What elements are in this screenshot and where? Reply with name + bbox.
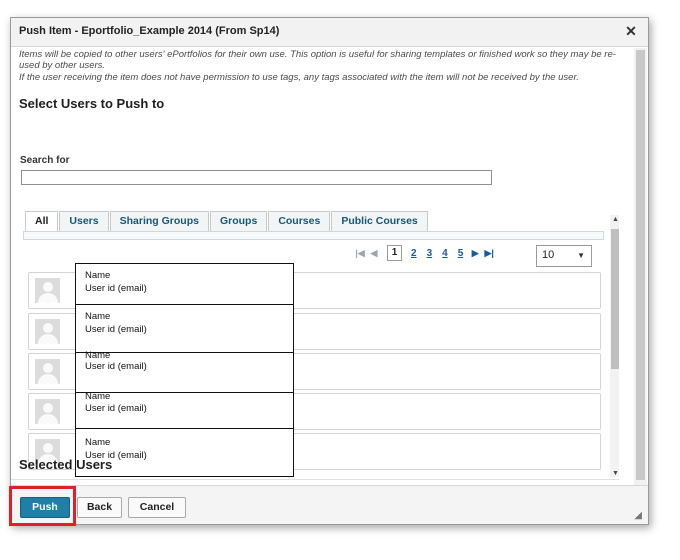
page-size-value: 10 (542, 249, 555, 261)
user-id: User id (email) (85, 403, 147, 414)
tab-all[interactable]: All (25, 211, 59, 233)
push-item-dialog: Push Item - Eportfolio_Example 2014 (Fro… (10, 17, 649, 525)
intro-line-1: Items will be copied to other users' ePo… (19, 49, 616, 72)
user-name: Name (85, 437, 111, 448)
avatar-icon (35, 399, 60, 424)
user-type-tabs: All Users Sharing Groups Groups Courses … (25, 211, 429, 233)
user-name: Name (85, 350, 111, 361)
last-page-icon[interactable]: ▶| (482, 248, 496, 259)
chevron-down-icon: ▼ (577, 251, 585, 260)
user-id: User id (email) (85, 324, 147, 335)
tab-sharing-groups[interactable]: Sharing Groups (109, 211, 209, 231)
user-name: Name (85, 311, 111, 322)
user-name: Name (85, 270, 111, 281)
back-button[interactable]: Back (77, 497, 122, 518)
user-info-box: Name User id (email) (75, 350, 294, 393)
avatar-icon (35, 359, 60, 384)
avatar-icon (35, 278, 60, 303)
page-link-3[interactable]: 3 (427, 248, 433, 259)
cancel-button[interactable]: Cancel (128, 497, 186, 518)
tab-courses[interactable]: Courses (268, 211, 331, 231)
list-scrollbar[interactable]: ▲ ▼ (610, 215, 619, 477)
resize-grip-icon[interactable]: ◢ (634, 510, 642, 521)
user-info-box: Name User id (email) (75, 391, 294, 429)
first-page-icon[interactable]: |◀ (353, 248, 367, 259)
selected-users-area (11, 479, 619, 484)
scroll-up-icon[interactable]: ▲ (610, 216, 619, 223)
next-page-icon[interactable]: ▶ (468, 248, 482, 259)
tab-panel-rule (23, 231, 604, 240)
search-input[interactable] (21, 170, 492, 185)
selected-users-heading: Selected Users (19, 457, 113, 472)
push-button-highlight (9, 486, 76, 526)
user-id: User id (email) (85, 361, 147, 372)
dialog-scroll-thumb[interactable] (636, 50, 645, 480)
user-id: User id (email) (85, 283, 147, 294)
scroll-down-icon[interactable]: ▼ (610, 470, 619, 477)
current-page: 1 (387, 245, 402, 261)
search-label: Search for (20, 155, 70, 166)
tab-users[interactable]: Users (59, 211, 109, 231)
pager: |◀ ◀ 1 2 3 4 5 ▶ ▶| (353, 244, 496, 262)
dialog-scrollbar[interactable] (634, 48, 647, 485)
dialog-titlebar: Push Item - Eportfolio_Example 2014 (Fro… (11, 18, 648, 47)
user-info-box: Name User id (email) (75, 304, 294, 353)
intro-text: Items will be copied to other users' ePo… (19, 49, 619, 83)
user-info-box: Name User id (email) (75, 263, 294, 305)
intro-line-2: If the user receiving the item does not … (19, 71, 579, 83)
tab-groups[interactable]: Groups (209, 211, 268, 231)
dialog-content: Items will be copied to other users' ePo… (11, 47, 619, 484)
avatar-icon (35, 319, 60, 344)
previous-page-icon[interactable]: ◀ (367, 248, 381, 259)
tab-public-courses[interactable]: Public Courses (331, 211, 428, 231)
dialog-footer: Push Back Cancel ◢ (11, 485, 648, 524)
page-link-2[interactable]: 2 (411, 248, 417, 259)
user-name: Name (85, 391, 111, 402)
close-icon[interactable]: ✕ (624, 23, 638, 39)
dialog-title: Push Item - Eportfolio_Example 2014 (Fro… (19, 25, 280, 37)
page-size-select[interactable]: 10 ▼ (536, 245, 592, 267)
page-link-4[interactable]: 4 (442, 248, 448, 259)
select-users-heading: Select Users to Push to (19, 96, 165, 111)
page-link-5[interactable]: 5 (458, 248, 464, 259)
scroll-thumb[interactable] (611, 229, 619, 369)
